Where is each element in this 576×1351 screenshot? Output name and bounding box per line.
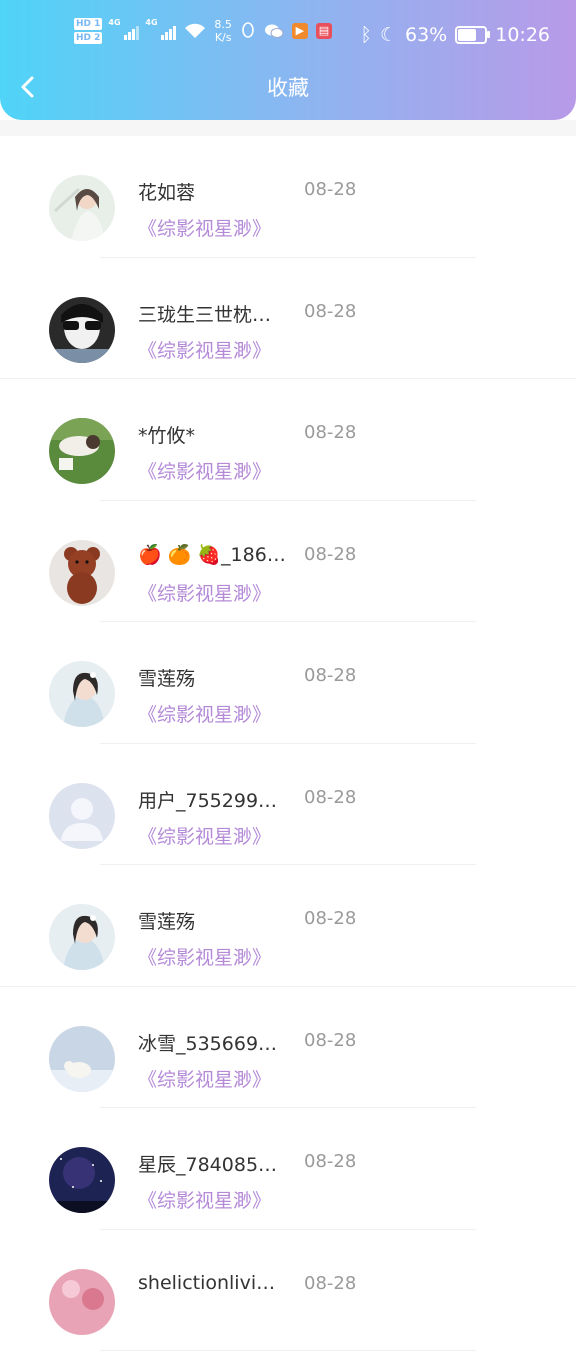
user-name: 雪莲殇	[138, 907, 288, 934]
avatar[interactable]	[49, 297, 115, 363]
user-name: 星辰_7840857…	[138, 1150, 288, 1177]
video-app-icon: ▶	[292, 23, 308, 39]
network-speed: 8.5K/s	[214, 18, 232, 44]
user-name: 三珑生三世枕…	[138, 300, 288, 327]
user-name: 🍎 🍊 🍓_186…	[138, 543, 288, 566]
reader-app-icon: ▤	[316, 23, 332, 39]
favorite-date: 08-28	[304, 665, 356, 686]
favorite-list-item[interactable]: 花如蓉 08-28 《综影视星渺》	[0, 136, 576, 258]
favorite-list-item[interactable]: 冰雪_5356691… 08-28 《综影视星渺》	[0, 987, 576, 1109]
wifi-icon	[184, 22, 206, 40]
favorite-date: 08-28	[304, 908, 356, 929]
favorite-list-item[interactable]: 🍎 🍊 🍓_186… 08-28 《综影视星渺》	[0, 501, 576, 623]
favorite-date: 08-28	[304, 179, 356, 200]
book-title[interactable]: 《综影视星渺》	[138, 943, 271, 970]
battery-level	[458, 29, 476, 41]
qq-icon	[240, 22, 256, 40]
favorite-date: 08-28	[304, 422, 356, 443]
avatar[interactable]	[49, 175, 115, 241]
avatar[interactable]	[49, 904, 115, 970]
book-title[interactable]: 《综影视星渺》	[138, 579, 271, 606]
favorite-date: 08-28	[304, 787, 356, 808]
favorite-list-item[interactable]: shelictionlivi… 08-28	[0, 1230, 576, 1351]
status-bar: HD 1HD 2 4G 4G 8.5K/s ▶ ▤ ᛒ ☾ 63% 10:26	[0, 0, 576, 70]
page-title: 收藏	[0, 72, 576, 102]
avatar[interactable]	[49, 661, 115, 727]
default-user-icon[interactable]	[49, 783, 115, 849]
do-not-disturb-icon: ☾	[380, 24, 397, 46]
wechat-icon	[264, 23, 284, 39]
user-name: 花如蓉	[138, 178, 288, 205]
favorite-date: 08-28	[304, 301, 356, 322]
favorite-list-item[interactable]: *竹攸* 08-28 《综影视星渺》	[0, 379, 576, 501]
user-name: shelictionlivi…	[138, 1272, 288, 1294]
favorite-list-item[interactable]: 用户_7552993… 08-28 《综影视星渺》	[0, 744, 576, 866]
favorite-date: 08-28	[304, 1151, 356, 1172]
favorite-list-item[interactable]: 雪莲殇 08-28 《综影视星渺》	[0, 622, 576, 744]
header-divider	[0, 120, 576, 136]
avatar[interactable]	[49, 418, 115, 484]
signal-sim1-icon: 4G	[110, 22, 139, 40]
favorites-list: 花如蓉 08-28 《综影视星渺》 三珑生三世枕… 08-28 《综影视星渺》 …	[0, 136, 576, 1351]
clock: 10:26	[495, 24, 550, 46]
book-title[interactable]: 《综影视星渺》	[138, 214, 271, 241]
favorite-date: 08-28	[304, 544, 356, 565]
book-title[interactable]: 《综影视星渺》	[138, 457, 271, 484]
user-name: 用户_7552993…	[138, 786, 288, 813]
avatar[interactable]	[49, 1026, 115, 1092]
avatar[interactable]	[49, 1147, 115, 1213]
speed-value: 8.5	[214, 18, 232, 31]
favorite-list-item[interactable]: 星辰_7840857… 08-28 《综影视星渺》	[0, 1108, 576, 1230]
battery-percent: 63%	[405, 24, 447, 46]
book-title[interactable]: 《综影视星渺》	[138, 700, 271, 727]
favorite-list-item[interactable]: 三珑生三世枕… 08-28 《综影视星渺》	[0, 258, 576, 380]
signal-sim2-icon: 4G	[147, 22, 176, 40]
user-name: 冰雪_5356691…	[138, 1029, 288, 1056]
favorite-date: 08-28	[304, 1273, 356, 1294]
user-name: 雪莲殇	[138, 664, 288, 691]
speed-unit: K/s	[214, 31, 232, 44]
avatar[interactable]	[49, 540, 115, 606]
bluetooth-icon: ᛒ	[361, 24, 372, 46]
battery-icon	[455, 26, 487, 44]
favorite-list-item[interactable]: 雪莲殇 08-28 《综影视星渺》	[0, 865, 576, 987]
book-title[interactable]: 《综影视星渺》	[138, 1065, 271, 1092]
user-name: *竹攸*	[138, 421, 288, 448]
favorite-date: 08-28	[304, 1030, 356, 1051]
hd-volte-icon: HD 1HD 2	[74, 18, 102, 44]
book-title[interactable]: 《综影视星渺》	[138, 336, 271, 363]
top-app-bar: HD 1HD 2 4G 4G 8.5K/s ▶ ▤ ᛒ ☾ 63% 10:26 …	[0, 0, 576, 120]
book-title[interactable]: 《综影视星渺》	[138, 822, 271, 849]
avatar[interactable]	[49, 1269, 115, 1335]
book-title[interactable]: 《综影视星渺》	[138, 1186, 271, 1213]
